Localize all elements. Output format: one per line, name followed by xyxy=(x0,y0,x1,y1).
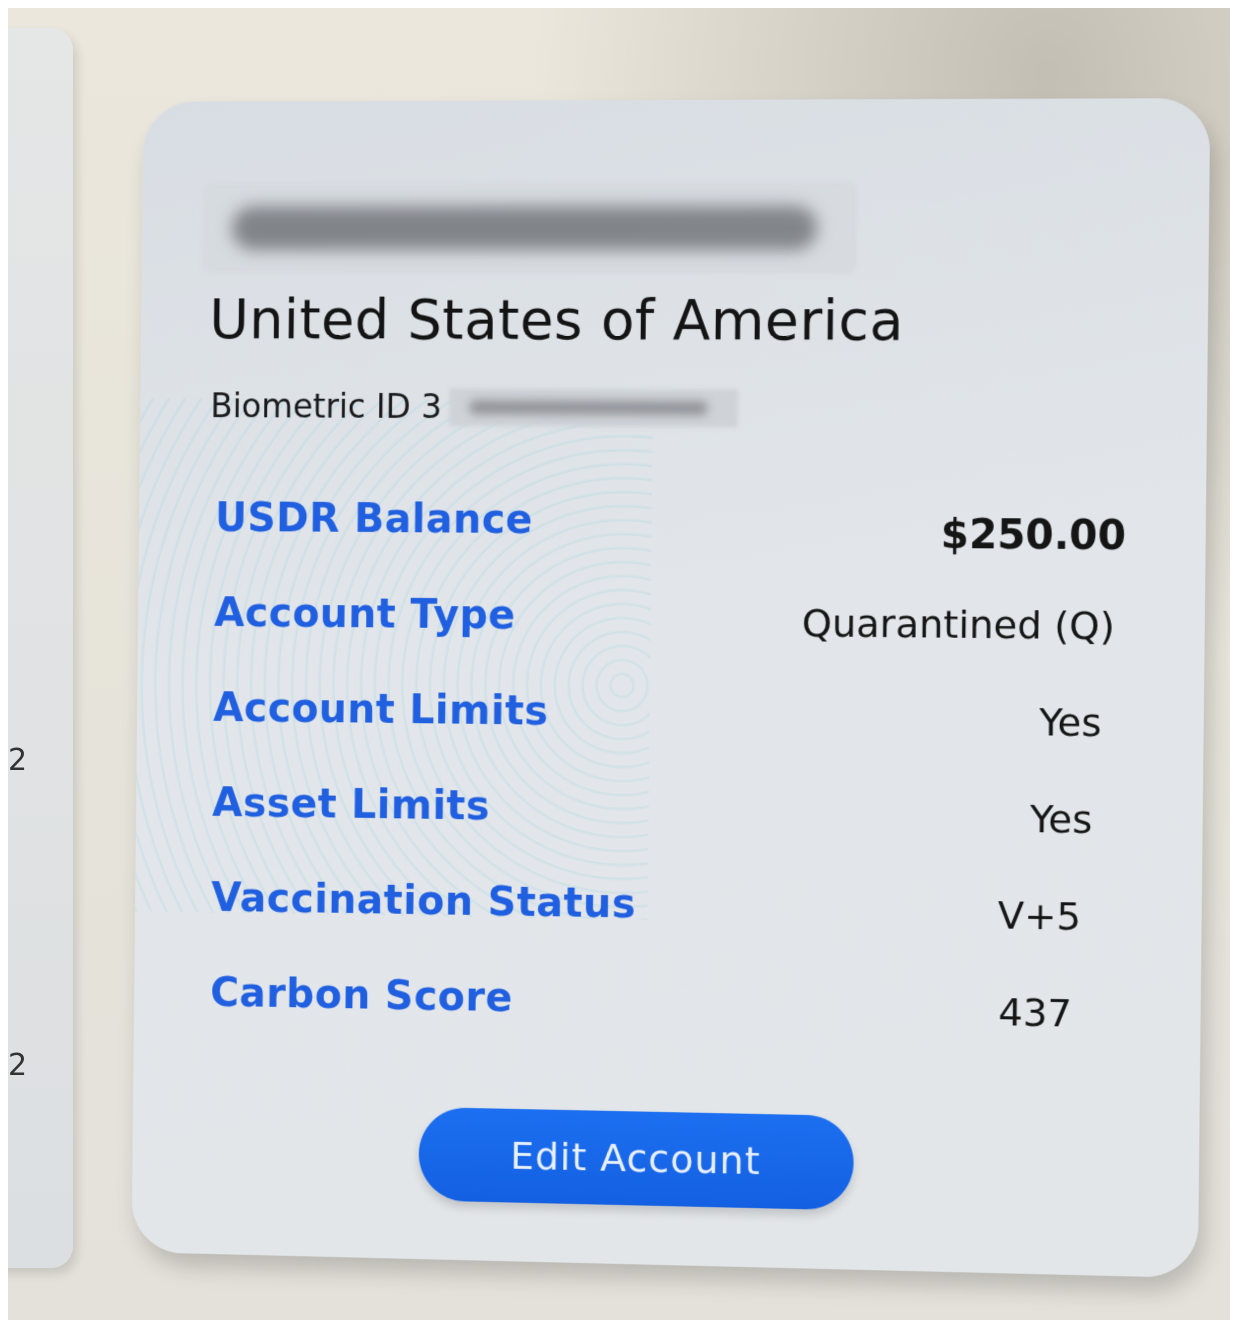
detail-label: Account Type xyxy=(213,590,516,639)
detail-row-asset-limits: Asset Limits Yes xyxy=(211,780,1123,889)
detail-label: Asset Limits xyxy=(212,780,491,830)
redacted-biometric-id xyxy=(449,387,739,427)
detail-value: 437 xyxy=(998,989,1073,1036)
redacted-account-holder-name xyxy=(202,181,858,275)
adjacent-card-text-fragment: 2 xyxy=(8,743,28,778)
edit-account-button[interactable]: Edit Account xyxy=(418,1106,855,1211)
detail-row-usdr-balance: USDR Balance $250.00 xyxy=(214,495,1126,598)
detail-label: USDR Balance xyxy=(214,495,534,544)
detail-value: Quarantined (Q) xyxy=(801,601,1116,649)
detail-value: Yes xyxy=(1029,796,1093,843)
detail-row-carbon-score: Carbon Score 437 xyxy=(210,970,1122,1083)
detail-row-account-type: Account Type Quarantined (Q) xyxy=(213,590,1125,695)
detail-label: Vaccination Status xyxy=(211,875,637,928)
detail-value: $250.00 xyxy=(940,511,1127,560)
biometric-id-label: Biometric ID 3 xyxy=(210,386,442,427)
detail-row-account-limits: Account Limits Yes xyxy=(212,685,1124,792)
country-name: United States of America xyxy=(209,287,905,353)
adjacent-card-text-fragment: 2 xyxy=(8,1048,28,1083)
account-details-list: USDR Balance $250.00 Account Type Quaran… xyxy=(210,495,1127,1083)
detail-row-vaccination-status: Vaccination Status V+5 xyxy=(211,875,1123,986)
photo-background: 2 2 United States of America Biometric I… xyxy=(8,8,1230,1320)
detail-value: Yes xyxy=(1038,700,1102,746)
detail-value: V+5 xyxy=(997,893,1082,939)
adjacent-card: 2 2 xyxy=(8,28,73,1268)
account-card: United States of America Biometric ID 3 … xyxy=(131,98,1211,1279)
detail-label: Carbon Score xyxy=(210,970,514,1022)
biometric-id-row: Biometric ID 3 xyxy=(210,386,739,427)
detail-label: Account Limits xyxy=(212,685,549,735)
